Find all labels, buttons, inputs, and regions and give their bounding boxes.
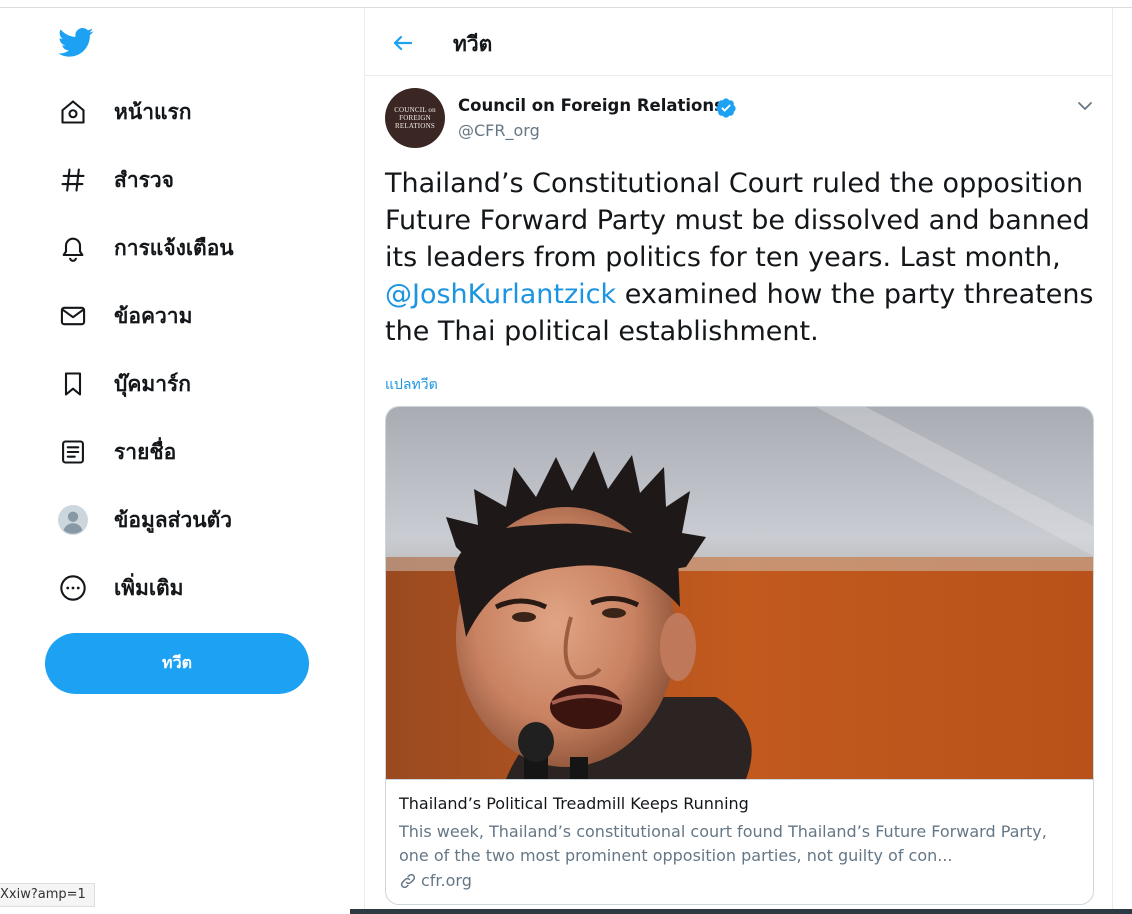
sidebar-item-label: หน้าแรก (114, 99, 192, 124)
sidebar-item-lists[interactable]: รายชื่อ (44, 427, 176, 477)
main-column: ทวีต COUNCIL on FOREIGN RELATIONS Counci… (364, 8, 1113, 914)
hashtag-icon (58, 165, 88, 195)
tweet-text: Thailand’s Constitutional Court ruled th… (385, 165, 1100, 350)
avatar-text-line: FOREIGN (399, 114, 431, 122)
twitter-bird-icon[interactable] (56, 24, 96, 60)
card-domain: cfr.org (399, 871, 472, 890)
sidebar-item-label: ข้อความ (114, 303, 193, 328)
list-icon (58, 437, 88, 467)
page-title: ทวีต (453, 32, 493, 56)
tweet-button[interactable]: ทวีต (45, 633, 309, 694)
sidebar: หน้าแรก สำรวจ การแจ้งเตือน ข้อความ บุ๊คม… (0, 8, 365, 914)
sidebar-item-messages[interactable]: ข้อความ (44, 291, 192, 341)
sidebar-item-explore[interactable]: สำรวจ (44, 155, 174, 205)
sidebar-item-bookmarks[interactable]: บุ๊คมาร์ก (44, 359, 191, 409)
card-body: Thailand’s Political Treadmill Keeps Run… (386, 779, 1093, 904)
card-description: This week, Thailand’s constitutional cou… (399, 822, 1047, 865)
sidebar-item-notifications[interactable]: การแจ้งเตือน (44, 223, 234, 273)
sidebar-item-label: สำรวจ (114, 167, 174, 192)
bottom-strip (350, 909, 1132, 914)
status-bar-url: Xxiw?amp=1 (0, 883, 95, 907)
envelope-icon (58, 301, 88, 331)
more-dots-icon (58, 573, 88, 603)
sidebar-item-label: ข้อมูลส่วนตัว (114, 507, 233, 532)
profile-avatar-icon (58, 505, 88, 535)
tweet-text-part: Thailand’s Constitutional Court ruled th… (385, 168, 1090, 273)
sidebar-item-profile[interactable]: ข้อมูลส่วนตัว (44, 495, 232, 545)
sidebar-item-more[interactable]: เพิ่มเติม (44, 563, 184, 613)
translate-tweet-link[interactable]: แปลทวีต (385, 374, 438, 396)
sidebar-item-label: รายชื่อ (114, 439, 177, 464)
chevron-down-icon[interactable] (1073, 94, 1097, 118)
link-icon (400, 873, 416, 888)
sidebar-item-label: บุ๊คมาร์ก (114, 371, 192, 396)
avatar-text-line: RELATIONS (395, 122, 435, 130)
card-domain-text: cfr.org (421, 871, 472, 890)
back-arrow-icon[interactable] (387, 27, 419, 59)
sidebar-item-label: การแจ้งเตือน (114, 235, 234, 260)
bell-icon (58, 233, 88, 263)
author-name[interactable]: Council on Foreign Relations (458, 96, 724, 115)
page-header: ทวีต (365, 8, 1113, 76)
author-handle[interactable]: @CFR_org (458, 121, 540, 140)
home-icon (58, 97, 88, 127)
mention-link[interactable]: @JoshKurlantzick (385, 279, 616, 310)
author-avatar[interactable]: COUNCIL on FOREIGN RELATIONS (385, 88, 445, 148)
card-title: Thailand’s Political Treadmill Keeps Run… (399, 794, 749, 813)
card-image (386, 407, 1093, 779)
sidebar-item-label: เพิ่มเติม (114, 575, 184, 600)
link-preview-card[interactable]: Thailand’s Political Treadmill Keeps Run… (385, 406, 1094, 905)
bookmark-icon (58, 369, 88, 399)
sidebar-item-home[interactable]: หน้าแรก (44, 87, 192, 137)
verified-badge-icon (715, 97, 737, 119)
avatar-text-line: COUNCIL on (394, 106, 436, 114)
